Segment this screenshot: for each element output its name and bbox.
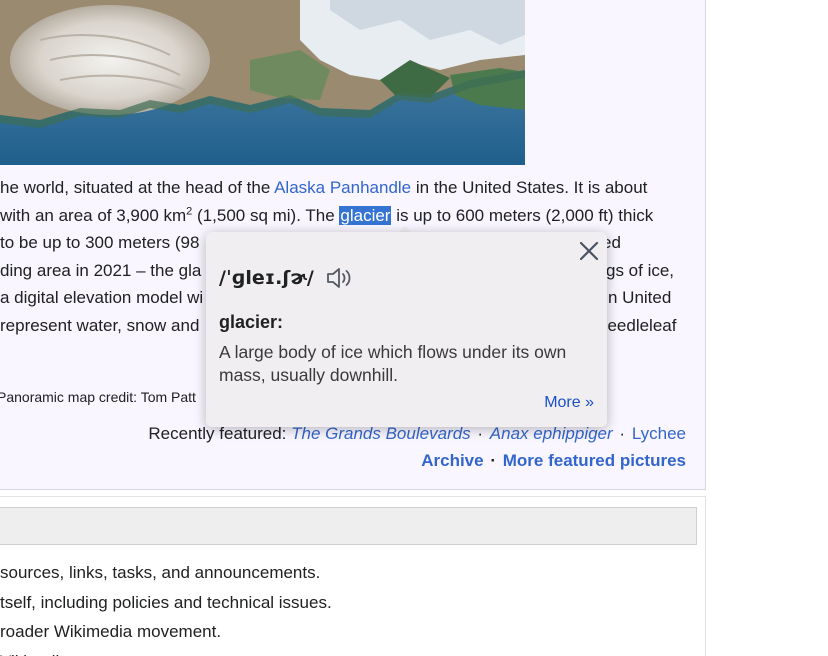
list-item: roader Wikimedia movement. xyxy=(0,622,222,641)
selected-word-glacier[interactable]: glacier xyxy=(339,205,392,225)
more-featured-pictures-link[interactable]: More featured pictures xyxy=(503,451,686,470)
list-item: sources, links, tasks, and announcements… xyxy=(0,563,321,582)
glacier-panoramic-map-image[interactable] xyxy=(0,0,525,165)
close-icon[interactable] xyxy=(578,240,600,262)
speaker-icon[interactable] xyxy=(326,266,356,290)
recently-featured-row: Recently featured: The Grands Boulevards… xyxy=(148,424,686,443)
dictionary-popup: /ˈɡleɪ.ʃɚ/ glacier: A large body of ice … xyxy=(206,232,607,427)
recent-item-link[interactable]: Lychee xyxy=(632,424,686,443)
popup-definition: A large body of ice which flows under it… xyxy=(219,342,567,385)
paragraph-line-1: he world, situated at the head of the Al… xyxy=(0,178,648,197)
archive-link[interactable]: Archive xyxy=(421,451,483,470)
image-credit: Panoramic map credit: Tom Patt xyxy=(0,389,196,405)
phonetic-transcription: /ˈɡleɪ.ʃɚ/ xyxy=(219,267,314,289)
lower-panel-list: sources, links, tasks, and announcements… xyxy=(0,558,332,656)
list-item: Vikipedia. xyxy=(0,647,332,656)
popup-headword: glacier: xyxy=(219,312,284,332)
page: he world, situated at the head of the Al… xyxy=(0,0,828,656)
list-item: tself, including policies and technical … xyxy=(0,592,332,612)
paragraph-line-2: with an area of 3,900 km2 (1,500 sq mi).… xyxy=(0,204,654,225)
archive-links-row: Archive · More featured pictures xyxy=(421,451,686,470)
popup-more-link[interactable]: More » xyxy=(544,394,594,412)
lower-panel-header xyxy=(0,507,697,545)
alaska-panhandle-link[interactable]: Alaska Panhandle xyxy=(274,178,411,197)
pronunciation-row: /ˈɡleɪ.ʃɚ/ xyxy=(219,266,356,290)
